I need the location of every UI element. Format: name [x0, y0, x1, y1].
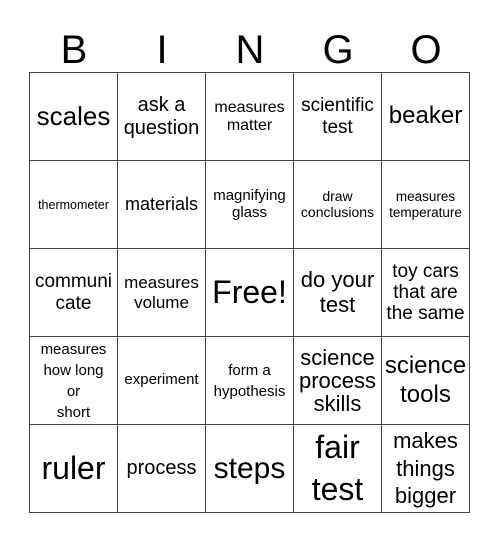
- header-letter: B: [60, 28, 88, 72]
- bingo-cell[interactable]: magnifying glass: [205, 160, 294, 249]
- bingo-cell[interactable]: science process skills: [293, 336, 382, 425]
- free-cell[interactable]: Free!: [205, 248, 294, 337]
- bingo-cell[interactable]: measures matter: [205, 72, 294, 161]
- bingo-card: scales ask a question measures matter sc…: [29, 72, 470, 513]
- bingo-cell[interactable]: do your test: [293, 248, 382, 337]
- bingo-cell[interactable]: process: [117, 424, 206, 513]
- bingo-cell[interactable]: fair test: [293, 424, 382, 513]
- header-letter: G: [322, 28, 354, 72]
- header-letter: O: [410, 28, 442, 72]
- bingo-row: measures how long or short experiment fo…: [29, 336, 470, 425]
- bingo-row: ruler process steps fair test makes thin…: [29, 424, 470, 513]
- header-letter: I: [156, 28, 168, 72]
- bingo-cell[interactable]: science tools: [381, 336, 470, 425]
- bingo-header: B I N G O: [30, 28, 470, 72]
- bingo-cell[interactable]: beaker: [381, 72, 470, 161]
- bingo-cell[interactable]: experiment: [117, 336, 206, 425]
- bingo-cell[interactable]: measures volume: [117, 248, 206, 337]
- bingo-cell[interactable]: scientific test: [293, 72, 382, 161]
- bingo-cell[interactable]: makes things bigger: [381, 424, 470, 513]
- bingo-row: thermometer materials magnifying glass d…: [29, 160, 470, 249]
- bingo-cell[interactable]: ruler: [29, 424, 118, 513]
- bingo-cell[interactable]: thermometer: [29, 160, 118, 249]
- bingo-cell[interactable]: materials: [117, 160, 206, 249]
- header-letter: N: [235, 28, 265, 72]
- bingo-cell[interactable]: measures temperature: [381, 160, 470, 249]
- bingo-cell[interactable]: scales: [29, 72, 118, 161]
- bingo-cell[interactable]: ask a question: [117, 72, 206, 161]
- bingo-cell[interactable]: steps: [205, 424, 294, 513]
- bingo-cell[interactable]: measures how long or short: [29, 336, 118, 425]
- bingo-cell[interactable]: communi cate: [29, 248, 118, 337]
- bingo-cell[interactable]: form a hypothesis: [205, 336, 294, 425]
- bingo-row: scales ask a question measures matter sc…: [29, 72, 470, 161]
- bingo-cell[interactable]: draw conclusions: [293, 160, 382, 249]
- bingo-row: communi cate measures volume Free! do yo…: [29, 248, 470, 337]
- bingo-cell[interactable]: toy cars that are the same: [381, 248, 470, 337]
